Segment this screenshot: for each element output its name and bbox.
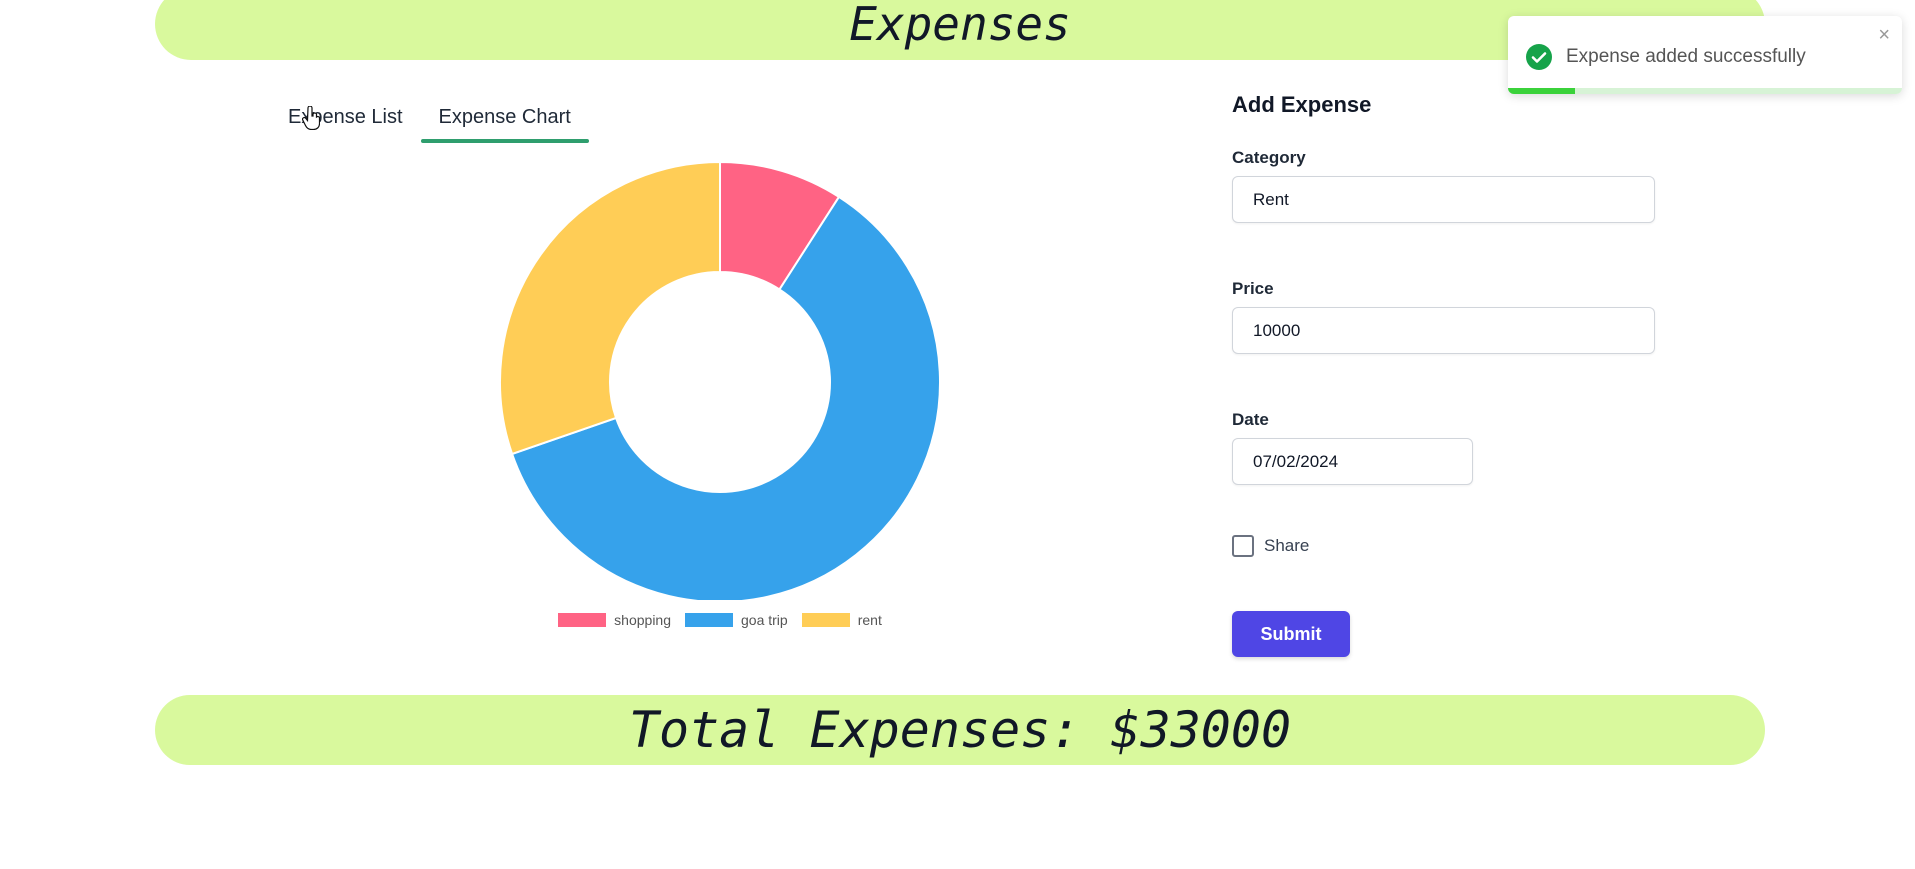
legend-label: goa trip	[741, 612, 788, 628]
legend-item-shopping[interactable]: shopping	[558, 612, 671, 628]
close-icon[interactable]: ×	[1878, 24, 1890, 47]
price-label: Price	[1232, 279, 1274, 298]
share-checkbox[interactable]	[1232, 535, 1254, 557]
tab-bar: Expense List Expense Chart	[270, 100, 590, 143]
legend-swatch	[558, 613, 607, 627]
toast-progress-track	[1508, 88, 1902, 94]
category-input[interactable]: Rent	[1232, 176, 1655, 223]
tab-expense-list[interactable]: Expense List	[270, 100, 421, 143]
total-expenses-text: Total Expenses: $33000	[628, 701, 1292, 759]
share-row: Share	[1232, 535, 1672, 557]
add-expense-form: Add Expense Category Rent Price 10000 Da…	[1232, 92, 1672, 657]
price-input[interactable]: 10000	[1232, 307, 1655, 354]
legend-label: shopping	[614, 612, 671, 628]
date-input[interactable]: 07/02/2024	[1232, 438, 1473, 485]
success-toast: Expense added successfully ×	[1508, 16, 1902, 94]
share-label: Share	[1264, 536, 1310, 555]
chart-legend: shopping goa trip rent	[480, 612, 960, 628]
tab-expense-chart[interactable]: Expense Chart	[420, 100, 590, 143]
legend-swatch	[801, 613, 850, 627]
date-label: Date	[1232, 410, 1269, 429]
legend-item-rent[interactable]: rent	[801, 612, 882, 628]
page-title: Expenses	[849, 0, 1071, 51]
check-circle-icon	[1526, 44, 1552, 70]
donut-chart	[499, 160, 941, 603]
legend-label: rent	[857, 612, 882, 628]
submit-button[interactable]: Submit	[1232, 611, 1350, 657]
category-label: Category	[1232, 148, 1306, 167]
total-banner: Total Expenses: $33000	[155, 695, 1765, 765]
toast-progress-bar	[1508, 88, 1575, 94]
donut-slice-rent[interactable]	[499, 160, 721, 456]
legend-swatch	[685, 613, 733, 627]
form-title: Add Expense	[1232, 92, 1372, 117]
expense-chart: shopping goa trip rent	[480, 150, 960, 640]
toast-message: Expense added successfully	[1566, 46, 1806, 67]
legend-item-goa-trip[interactable]: goa trip	[685, 612, 788, 628]
